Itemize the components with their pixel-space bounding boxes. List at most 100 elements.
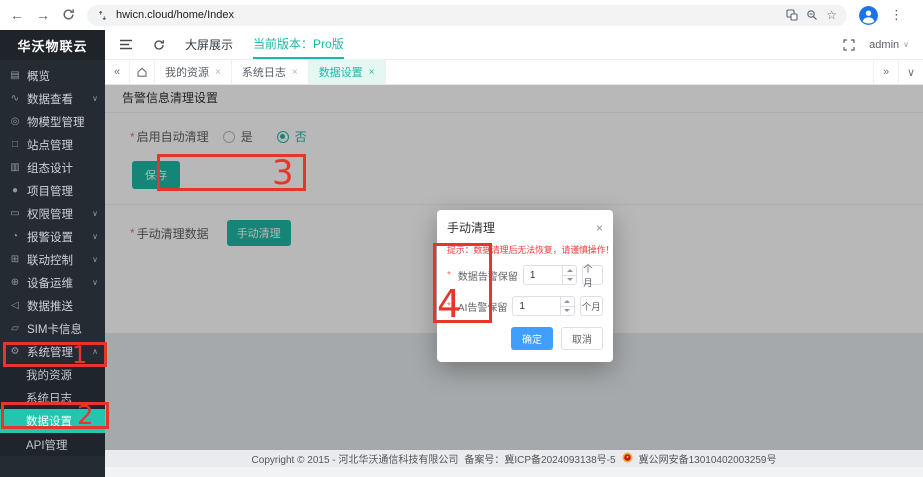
browser-refresh-icon[interactable] [62,8,75,23]
username: admin [869,39,899,51]
manual-clean-dialog: 手动清理 × 提示：数据清理后无法恢复，请谨慎操作！ * 数据告警保留 个月 *… [437,210,613,362]
ai-alarm-retention-label: AI告警保留 [458,299,507,314]
close-icon[interactable]: × [215,67,221,78]
sidebar-item-label: 权限管理 [27,206,86,222]
linkage-icon: ⊞ [9,254,21,265]
thing-model-icon: ◎ [9,116,21,127]
ai-alarm-retention-row: * AI告警保留 个月 [447,296,603,316]
data-alarm-retention-value[interactable] [524,266,562,284]
data-alarm-retention-input[interactable] [523,265,577,285]
collapse-menu-icon[interactable] [119,39,133,50]
overview-icon: ▤ [9,70,21,81]
tabs-more-icon[interactable]: » [873,60,898,84]
dialog-header: 手动清理 × [447,219,603,236]
address-bar[interactable]: hwicn.cloud/home/Index ☆ [87,5,847,26]
bookmark-star-icon[interactable]: ☆ [826,8,837,22]
chevron-up-icon: ∧ [92,347,98,356]
sidebar-item-label: 联动控制 [27,252,86,268]
sidebar-item-linkage-control[interactable]: ⊞ 联动控制 ∨ [0,248,105,271]
screen-demo-link[interactable]: 大屏展示 [185,36,233,53]
sidebar-item-device-ops[interactable]: ⊕ 设备运维 ∨ [0,271,105,294]
sidebar-menu: ▤概览 ∿数据查看∨ ◎物模型管理 □站点管理 ▥组态设计 ●项目管理 ▭权限管… [0,64,105,363]
translate-icon[interactable] [786,9,798,21]
stepper [560,297,574,315]
dialog-title: 手动清理 [447,219,495,236]
tabs-collapse-icon[interactable]: « [105,60,130,84]
sidebar-item-label: 设备运维 [27,275,86,291]
tab-data-settings[interactable]: 数据设置× [309,60,386,84]
spinner-up-icon[interactable] [563,266,576,276]
zoom-icon[interactable] [806,9,818,21]
sim-card-icon: ▱ [9,323,21,334]
profile-avatar[interactable] [859,6,878,25]
close-icon[interactable]: × [292,67,298,78]
hmi-design-icon: ▥ [9,162,21,173]
tabs-actions-icon[interactable]: ∨ [898,60,923,84]
page-refresh-icon[interactable] [153,39,165,51]
submenu-item-system-logs[interactable]: 系统日志 [0,386,105,409]
header-right: admin ∨ [843,39,909,51]
chevron-down-icon: ∨ [903,40,909,49]
sidebar-item-system-mgmt[interactable]: ⚙系统管理∧ [0,340,105,363]
month-unit-label: 个月 [582,265,603,285]
fullscreen-icon[interactable] [843,39,855,51]
dialog-close-icon[interactable]: × [596,221,603,235]
ai-alarm-retention-value[interactable] [513,297,559,315]
spinner-down-icon[interactable] [563,276,576,285]
chevron-down-icon: ∨ [92,209,98,218]
home-tab-icon[interactable] [130,60,155,84]
browser-menu-icon[interactable]: ⋮ [890,7,903,23]
device-ops-icon: ⊕ [9,277,21,288]
sidebar-item-label: 报警设置 [27,229,86,245]
required-mark: * [447,270,451,281]
icp-number: 备案号：冀ICP备2024093138号-5 [464,451,615,466]
sidebar-item-data-push[interactable]: ◁数据推送 [0,294,105,317]
close-icon[interactable]: × [369,67,375,78]
user-menu[interactable]: admin ∨ [869,39,909,51]
spinner-down-icon[interactable] [561,307,574,316]
submenu-item-label: 数据设置 [26,413,98,429]
browser-toolbar: ← → hwicn.cloud/home/Index ☆ ⋮ [0,0,923,30]
chevron-down-icon: ∨ [92,232,98,241]
spinner-up-icon[interactable] [561,297,574,307]
sidebar-item-permission-mgmt[interactable]: ▭权限管理∨ [0,202,105,225]
submenu-item-my-resources[interactable]: 我的资源 [0,363,105,386]
ai-alarm-retention-input[interactable] [512,296,574,316]
data-alarm-retention-row: * 数据告警保留 个月 [447,265,603,285]
required-mark: * [447,301,451,312]
tab-system-logs[interactable]: 系统日志× [232,60,309,84]
sidebar-item-label: 数据查看 [27,91,86,107]
url-text[interactable]: hwicn.cloud/home/Index [116,9,778,21]
alarm-icon: ◔ [9,231,21,242]
brand-logo: 华沃物联云 [0,30,105,60]
tab-my-resources[interactable]: 我的资源× [155,60,232,84]
submenu-item-api-mgmt[interactable]: API管理 [0,433,105,456]
system-submenu: 我的资源 系统日志 数据设置 API管理 [0,363,105,456]
submenu-item-label: 系统日志 [26,390,98,406]
submenu-item-label: API管理 [26,437,98,453]
sidebar-item-alarm-settings[interactable]: ◔ 报警设置 ∨ [0,225,105,248]
dialog-footer: 确定 取消 [447,327,603,350]
page-tabbar: « 我的资源× 系统日志× 数据设置× » ∨ [105,60,923,85]
confirm-button[interactable]: 确定 [511,327,553,350]
sidebar-item-hmi-design[interactable]: ▥ 组态设计 [0,156,105,179]
browser-forward-icon[interactable]: → [36,8,50,22]
site-info-icon[interactable] [97,10,108,21]
sidebar-item-label: 组态设计 [27,160,98,176]
sidebar-item-sim-info[interactable]: ▱SIM卡信息 [0,317,105,340]
submenu-item-label: 我的资源 [26,367,98,383]
data-alarm-retention-label: 数据告警保留 [458,268,518,283]
sidebar-item-overview[interactable]: ▤概览 [0,64,105,87]
project-icon: ● [9,185,21,196]
copyright-text: Copyright © 2015 - 河北华沃通信科技有限公司 [252,451,459,466]
sidebar-item-thing-model[interactable]: ◎物模型管理 [0,110,105,133]
sidebar-item-label: 站点管理 [27,137,98,153]
chevron-down-icon: ∨ [92,255,98,264]
chevron-down-icon: ∨ [92,278,98,287]
sidebar-item-project-mgmt[interactable]: ●项目管理 [0,179,105,202]
sidebar-item-data-view[interactable]: ∿数据查看∨ [0,87,105,110]
submenu-item-data-settings[interactable]: 数据设置 [0,409,105,433]
sidebar-item-site-mgmt[interactable]: □站点管理 [0,133,105,156]
cancel-button[interactable]: 取消 [561,327,603,350]
browser-back-icon[interactable]: ← [10,8,24,22]
